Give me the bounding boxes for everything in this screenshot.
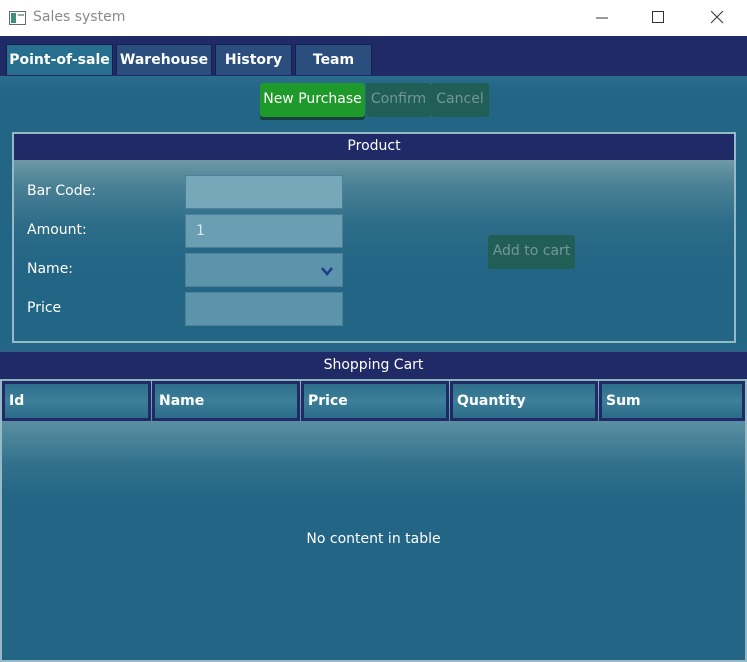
minimize-icon [596, 17, 608, 19]
amount-label: Amount: [27, 222, 87, 238]
amount-input[interactable]: 1 [185, 214, 343, 248]
minimize-button[interactable] [580, 0, 626, 36]
empty-table-message: No content in table [306, 531, 441, 547]
add-to-cart-button[interactable]: Add to cart [488, 235, 575, 269]
shopping-cart-header: Shopping Cart [0, 351, 747, 379]
column-header-name[interactable]: Name [152, 381, 300, 421]
product-panel: Product Bar Code: Amount: 1 Name: Price … [12, 132, 736, 343]
tab-history[interactable]: History [215, 44, 292, 75]
name-dropdown[interactable] [185, 253, 343, 287]
point-of-sale-content: New Purchase Confirm Cancel Product Bar … [0, 76, 747, 662]
close-button[interactable] [695, 0, 741, 36]
cancel-button[interactable]: Cancel [431, 83, 489, 117]
product-panel-header: Product [14, 134, 734, 160]
column-header-price[interactable]: Price [301, 381, 449, 421]
app-icon [9, 11, 26, 25]
window-title: Sales system [33, 9, 126, 25]
price-input[interactable] [185, 292, 343, 326]
price-label: Price [27, 300, 62, 316]
maximize-icon [652, 11, 664, 23]
column-header-sum[interactable]: Sum [599, 381, 745, 421]
new-purchase-button[interactable]: New Purchase [260, 83, 365, 117]
tab-team[interactable]: Team [295, 44, 372, 75]
shopping-cart-table[interactable]: Id Name Price Quantity Sum No content in… [0, 379, 747, 662]
window-client-area: Point-of-sale Warehouse History Team New… [0, 36, 747, 662]
column-header-quantity[interactable]: Quantity [450, 381, 598, 421]
product-form: Bar Code: Amount: 1 Name: Price Add to c… [14, 160, 734, 341]
window-title-bar: Sales system [0, 0, 747, 36]
close-icon [711, 11, 724, 24]
barcode-input[interactable] [185, 175, 343, 209]
barcode-label: Bar Code: [27, 183, 96, 199]
tab-warehouse[interactable]: Warehouse [116, 44, 212, 75]
tab-point-of-sale[interactable]: Point-of-sale [6, 44, 113, 75]
name-label: Name: [27, 261, 74, 277]
column-header-id[interactable]: Id [2, 381, 151, 421]
chevron-down-icon [321, 267, 333, 276]
tab-bar: Point-of-sale Warehouse History Team [0, 36, 747, 76]
maximize-button[interactable] [636, 0, 682, 36]
confirm-button[interactable]: Confirm [366, 83, 431, 117]
